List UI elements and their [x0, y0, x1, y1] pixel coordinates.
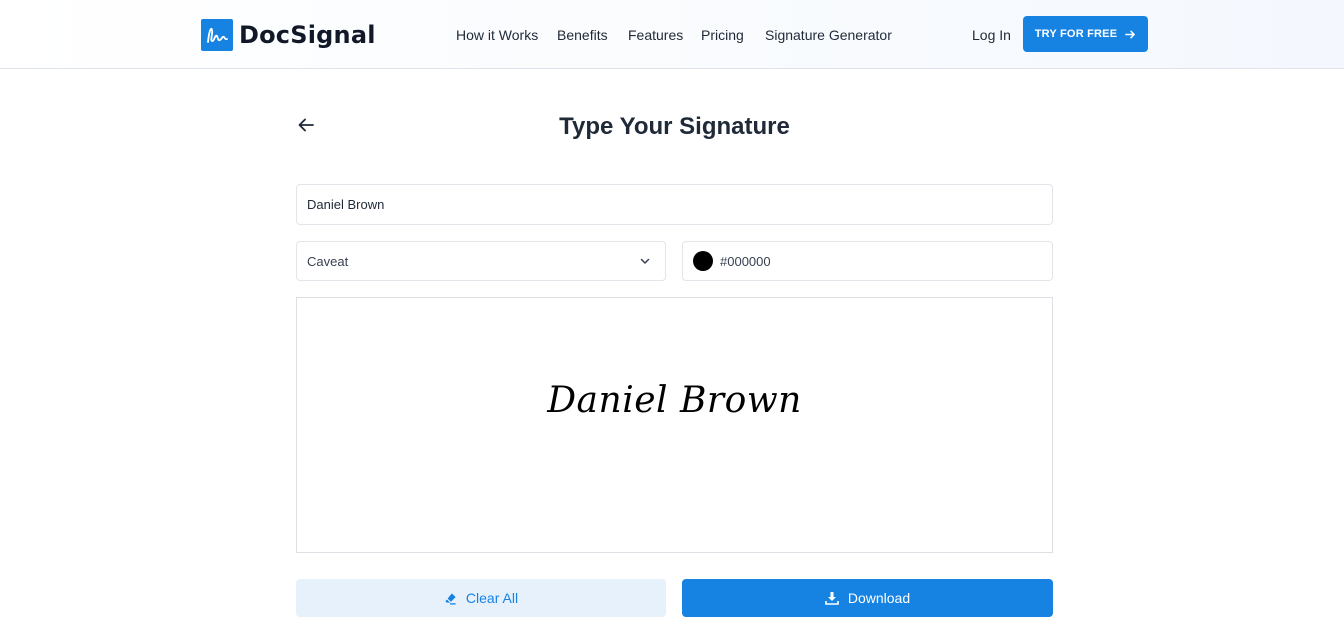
- nav-link-how-it-works[interactable]: How it Works: [456, 27, 538, 43]
- login-link[interactable]: Log In: [972, 27, 1011, 43]
- font-select[interactable]: Caveat: [296, 241, 666, 281]
- download-icon: [825, 591, 839, 605]
- nav-link-benefits[interactable]: Benefits: [557, 27, 608, 43]
- download-label: Download: [847, 590, 911, 606]
- signature-preview: Daniel Brown: [296, 297, 1053, 553]
- signature-wave-icon: [201, 18, 233, 51]
- clear-all-button[interactable]: Clear All: [296, 579, 666, 617]
- arrow-right-icon: [1125, 29, 1136, 40]
- brand-logo[interactable]: DocSignal: [201, 18, 376, 51]
- nav-link-features[interactable]: Features: [628, 27, 683, 43]
- clear-all-label: Clear All: [465, 590, 519, 606]
- nav-link-pricing[interactable]: Pricing: [701, 27, 744, 43]
- download-button[interactable]: Download: [682, 579, 1053, 617]
- color-picker[interactable]: #000000: [682, 241, 1053, 281]
- signature-name-input[interactable]: [296, 184, 1053, 225]
- brand-name: DocSignal: [239, 20, 376, 49]
- try-for-free-label: TRY FOR FREE: [1034, 28, 1118, 40]
- nav-link-signature-generator[interactable]: Signature Generator: [765, 27, 892, 43]
- site-header: DocSignal How it Works Benefits Features…: [0, 0, 1344, 69]
- font-select-value: Caveat: [307, 253, 349, 269]
- eraser-icon: [444, 592, 457, 605]
- try-for-free-button[interactable]: TRY FOR FREE: [1023, 16, 1148, 52]
- color-swatch[interactable]: [693, 251, 713, 271]
- color-hex-value: #000000: [720, 253, 771, 269]
- chevron-down-icon: [639, 255, 651, 270]
- page-title: Type Your Signature: [559, 113, 790, 140]
- signature-preview-text: Daniel Brown: [547, 380, 802, 421]
